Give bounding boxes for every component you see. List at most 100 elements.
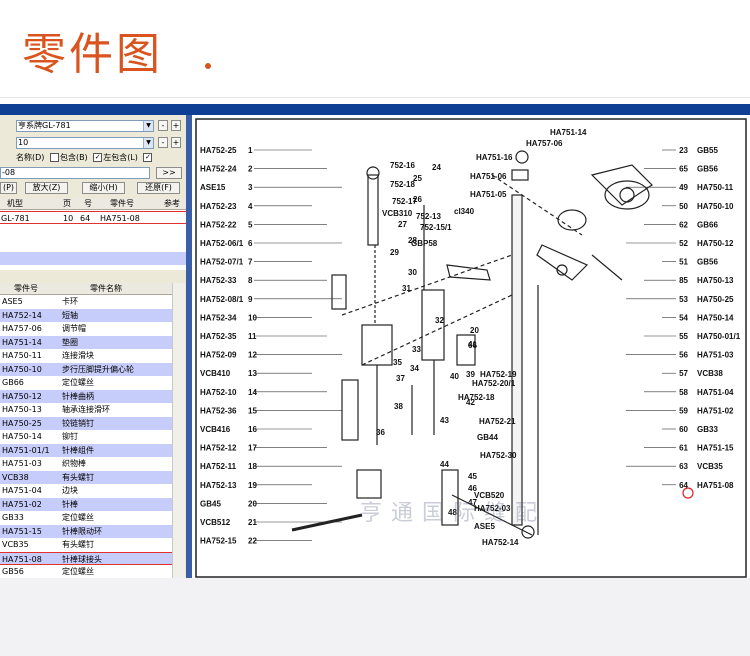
part-callout-number: 28 — [408, 236, 417, 245]
part-number-cell: VCB35 — [2, 540, 29, 549]
part-callout-number: 33 — [412, 345, 421, 354]
part-label: VCB512 — [200, 518, 231, 527]
part-name-cell: 铰链销钉 — [62, 418, 94, 428]
parts-row[interactable]: HA757-06 调节帽 — [0, 322, 172, 335]
part-callout-number: 4 — [248, 202, 253, 211]
header-divider — [0, 97, 750, 98]
results-row[interactable]: GL-781 10 64 HA751-08 — [0, 211, 186, 224]
parts-col-name: 零件名称 — [90, 284, 122, 293]
part-name-cell: 织物棒 — [62, 459, 86, 468]
part-callout-number: 58 — [679, 388, 688, 397]
parts-row[interactable]: HA750-25 铰链销钉 — [0, 416, 172, 430]
part-name-cell: 针棒组件 — [62, 445, 94, 455]
parts-row[interactable]: GB66 定位螺丝 — [0, 376, 172, 389]
part-number-cell: HA750-25 — [2, 418, 42, 428]
parts-row[interactable]: HA751-04 边块 — [0, 484, 172, 497]
part-label: HA752-20/1 — [472, 379, 516, 388]
part-callout-number: 42 — [466, 398, 475, 407]
parts-row[interactable]: ASE5 卡环 — [0, 295, 172, 308]
washer-shape — [511, 169, 529, 181]
part-callout-number: 1 — [248, 146, 253, 155]
part-number-cell: HA751-14 — [2, 337, 42, 347]
part-name-cell: 定位螺丝 — [62, 567, 94, 576]
part-label: HA752-33 — [200, 276, 237, 285]
include-label: 包含(B) — [59, 153, 88, 162]
page-dropdown-value: 10 — [18, 138, 29, 147]
part-callout-number: 37 — [396, 374, 405, 383]
zoom-out-button[interactable]: 缩小(H) — [82, 182, 125, 194]
part-label: HA752-35 — [200, 332, 237, 341]
parts-row[interactable]: HA750-11 连接滑块 — [0, 349, 172, 362]
extra-checkbox[interactable]: ✓ — [143, 153, 153, 162]
include-checkbox[interactable] — [49, 153, 59, 162]
part-callout-number: 59 — [679, 406, 688, 415]
parts-scrollbar[interactable] — [172, 283, 185, 578]
part-label: GB55 — [697, 146, 718, 155]
parts-row[interactable]: HA751-15 针棒限动环 — [0, 524, 172, 538]
part-callout-number: 29 — [390, 248, 399, 257]
model-minus-button[interactable]: - — [158, 120, 168, 131]
part-label: HA752-34 — [200, 313, 237, 322]
parts-row[interactable]: HA751-01/1 针棒组件 — [0, 443, 172, 457]
print-button[interactable]: (P) — [0, 182, 17, 194]
parts-row[interactable]: HA750-14 铆钉 — [0, 430, 172, 443]
part-callout-number: 49 — [679, 183, 688, 192]
left-include-checkbox[interactable]: ✓ — [93, 153, 103, 162]
chevron-down-icon[interactable]: ▼ — [143, 121, 153, 131]
foot-bar — [291, 513, 363, 532]
part-number-cell: HA750-14 — [2, 432, 42, 441]
name-label: 名称(D) — [16, 153, 45, 162]
part-number-cell: HA751-04 — [2, 486, 42, 495]
part-callout-number: 51 — [679, 258, 688, 267]
page-minus-button[interactable]: - — [158, 137, 168, 148]
parts-row[interactable]: HA751-02 针棒 — [0, 497, 172, 511]
parts-row[interactable]: HA751-03 织物棒 — [0, 457, 172, 470]
zoom-in-button[interactable]: 放大(Z) — [25, 182, 68, 194]
side-bracket — [341, 379, 359, 441]
part-callout-number: 3 — [248, 183, 253, 192]
part-number-cell: HA750-13 — [2, 405, 42, 414]
results-col-ref: 参考 — [164, 199, 180, 208]
diagram-labels: HA752-25 1 HA752-24 2 ASE15 3 HA752-23 4 HA752-2… — [200, 128, 741, 547]
parts-row[interactable]: VCB35 有头螺钉 — [0, 538, 172, 551]
parts-row[interactable]: HA750-12 针棒曲柄 — [0, 389, 172, 403]
part-label: HA751-08 — [697, 481, 734, 490]
part-label: HA751-16 — [476, 153, 513, 162]
parts-row[interactable]: GB33 定位螺丝 — [0, 511, 172, 524]
part-name-cell: 有头螺钉 — [62, 472, 94, 482]
part-callout-number: 56 — [679, 351, 688, 360]
part-label: GB45 — [200, 499, 221, 508]
presser-block — [361, 324, 393, 366]
part-label: VCB410 — [200, 369, 231, 378]
parts-row[interactable]: HA751-14 垫圈 — [0, 335, 172, 349]
parts-row[interactable]: HA751-08 针棒球接头 — [0, 551, 172, 565]
chevron-down-icon[interactable]: ▼ — [143, 138, 153, 148]
part-label: HA752-23 — [200, 202, 237, 211]
parts-row[interactable]: GB56 定位螺丝 — [0, 565, 172, 578]
model-plus-button[interactable]: + — [171, 120, 181, 131]
link-rod — [591, 254, 623, 281]
part-number-cell: HA751-02 — [2, 499, 42, 509]
page-dropdown[interactable]: 10 ▼ — [16, 137, 154, 149]
part-label: HA752-11 — [200, 462, 237, 471]
results-cell-part: HA751-08 — [100, 214, 140, 223]
part-label: HA751-04 — [697, 388, 734, 397]
results-col-page: 页 — [63, 199, 71, 208]
parts-row[interactable]: VCB38 有头螺钉 — [0, 470, 172, 484]
model-dropdown[interactable]: 亨系牌GL-781 ▼ — [16, 120, 154, 132]
part-name-cell: 垫圈 — [62, 337, 78, 347]
assembly-line-1 — [341, 254, 513, 316]
results-header: 机型 页 号 零件号 参考 — [0, 198, 186, 210]
part-callout-number: 61 — [679, 444, 688, 453]
part-number-cell: GB33 — [2, 513, 24, 522]
search-input[interactable]: -08 — [0, 167, 150, 179]
parts-row[interactable]: HA750-13 轴承连接滑环 — [0, 403, 172, 416]
restore-button[interactable]: 还原(F) — [137, 182, 180, 194]
page-plus-button[interactable]: + — [171, 137, 181, 148]
parts-row[interactable]: HA752-14 短轴 — [0, 308, 172, 322]
parts-row[interactable]: HA750-10 步行压脚提升偏心轮 — [0, 362, 172, 376]
search-go-button[interactable]: >> — [156, 167, 182, 179]
part-callout-number: 9 — [248, 295, 253, 304]
part-callout-number: 52 — [679, 239, 688, 248]
results-empty-band — [0, 252, 186, 265]
